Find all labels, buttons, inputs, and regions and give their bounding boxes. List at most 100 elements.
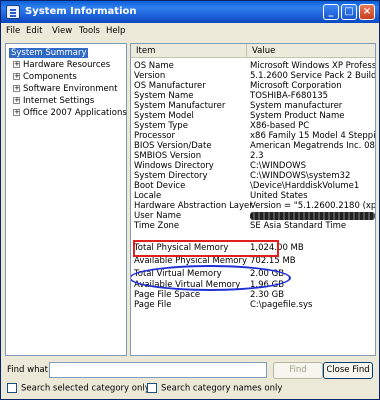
tree-item-label: Hardware Resources bbox=[23, 60, 111, 70]
tree-item-label: Office 2007 Applications bbox=[23, 108, 127, 118]
window-title: System Information bbox=[25, 6, 137, 17]
menu-edit[interactable]: Edit bbox=[26, 26, 42, 36]
red-highlight-rectangle bbox=[133, 240, 279, 257]
table-row[interactable]: System Directory C:\WINDOWS\system32 bbox=[131, 171, 375, 181]
row-value: System manufacturer bbox=[250, 101, 343, 111]
table-row[interactable]: Hardware Abstraction Layer Version = "5.1… bbox=[131, 201, 375, 211]
checkbox-box[interactable] bbox=[7, 383, 17, 393]
table-row[interactable]: Page File C:\pagefile.sys bbox=[131, 300, 375, 310]
table-row[interactable]: Locale United States bbox=[131, 191, 375, 201]
row-value: Microsoft Windows XP Profession bbox=[250, 61, 376, 71]
row-item: System Manufacturer bbox=[134, 101, 226, 111]
minimize-button[interactable]: _ bbox=[323, 4, 339, 20]
tree-item-internet-settings[interactable]: + Internet Settings bbox=[13, 96, 94, 106]
tree-item-hardware-resources[interactable]: + Hardware Resources bbox=[13, 60, 110, 70]
tree-item-software-environment[interactable]: + Software Environment bbox=[13, 84, 117, 94]
row-item: OS Manufacturer bbox=[134, 81, 206, 91]
row-value: 2.30 GB bbox=[250, 290, 285, 300]
table-row[interactable]: Windows Directory C:\WINDOWS bbox=[131, 161, 375, 171]
menu-view[interactable]: View bbox=[52, 26, 72, 36]
row-item: Page File bbox=[134, 300, 172, 310]
tree-item-office-2007[interactable]: + Office 2007 Applications bbox=[13, 108, 127, 118]
checkbox-box[interactable] bbox=[147, 383, 157, 393]
table-row[interactable]: Page File Space 2.30 GB bbox=[131, 290, 375, 300]
table-row[interactable]: Time Zone SE Asia Standard Time bbox=[131, 221, 375, 231]
row-value: United States bbox=[250, 191, 308, 201]
expand-icon[interactable]: + bbox=[13, 85, 20, 92]
find-what-label: Find what: bbox=[7, 365, 51, 375]
row-item: System Directory bbox=[134, 171, 208, 181]
expand-icon[interactable]: + bbox=[13, 97, 20, 104]
find-what-input[interactable] bbox=[49, 362, 267, 378]
row-item: Locale bbox=[134, 191, 162, 201]
menu-file[interactable]: File bbox=[6, 26, 20, 36]
row-item: BIOS Version/Date bbox=[134, 141, 212, 151]
title-bar[interactable]: System Information _ □ × bbox=[1, 1, 379, 23]
column-header-item[interactable]: Item bbox=[131, 44, 247, 58]
table-row[interactable]: OS Manufacturer Microsoft Corporation bbox=[131, 81, 375, 91]
row-value: Version = "5.1.2600.2180 (xpsp_s bbox=[250, 201, 376, 211]
table-row[interactable]: System Name TOSHIBA-F680135 bbox=[131, 91, 375, 101]
row-item: Time Zone bbox=[134, 221, 180, 231]
table-row[interactable]: SMBIOS Version 2.3 bbox=[131, 151, 375, 161]
menu-tools[interactable]: Tools bbox=[79, 26, 100, 36]
table-row[interactable]: Boot Device \Device\HarddiskVolume1 bbox=[131, 181, 375, 191]
row-item: Version bbox=[134, 71, 166, 81]
column-header-value[interactable]: Value bbox=[247, 44, 375, 58]
tree-item-label: Components bbox=[23, 72, 77, 82]
tree-item-label: Software Environment bbox=[23, 84, 118, 94]
row-value: TOSHIBA-F680135 bbox=[250, 91, 329, 101]
table-row[interactable]: BIOS Version/Date American Megatrends Inc… bbox=[131, 141, 375, 151]
row-value: C:\pagefile.sys bbox=[250, 300, 313, 310]
row-value: x86 Family 15 Model 4 Stepping 1 bbox=[250, 131, 376, 141]
row-item: Boot Device bbox=[134, 181, 186, 191]
row-value: 702.15 MB bbox=[250, 256, 296, 266]
table-row[interactable]: Available Physical Memory 702.15 MB bbox=[131, 256, 375, 266]
close-find-button[interactable]: Close Find bbox=[323, 362, 373, 379]
row-value: C:\WINDOWS\system32 bbox=[250, 171, 351, 181]
search-category-names-checkbox[interactable]: Search category names only bbox=[147, 383, 282, 394]
maximize-button[interactable]: □ bbox=[341, 4, 357, 20]
column-header-label: Value bbox=[252, 46, 276, 56]
expand-icon[interactable]: + bbox=[13, 61, 20, 68]
checkbox-label: Search selected category only bbox=[21, 383, 150, 394]
row-value: C:\WINDOWS bbox=[250, 161, 306, 171]
tree-item-system-summary[interactable]: System Summary bbox=[9, 48, 89, 58]
row-value: Microsoft Corporation bbox=[250, 81, 342, 91]
expand-icon[interactable]: + bbox=[13, 109, 20, 116]
row-value: \Device\HarddiskVolume1 bbox=[250, 181, 360, 191]
row-item: Hardware Abstraction Layer bbox=[134, 201, 253, 211]
menu-help[interactable]: Help bbox=[106, 26, 125, 36]
table-row[interactable]: System Manufacturer System manufacturer bbox=[131, 101, 375, 111]
tree-item-components[interactable]: + Components bbox=[13, 72, 77, 82]
table-row[interactable]: Processor x86 Family 15 Model 4 Stepping … bbox=[131, 131, 375, 141]
row-item: System Type bbox=[134, 121, 188, 131]
redacted-value bbox=[250, 212, 375, 220]
row-item: OS Name bbox=[134, 61, 174, 71]
tree-item-label: Internet Settings bbox=[23, 96, 95, 106]
row-item: SMBIOS Version bbox=[134, 151, 202, 161]
row-item: Page File Space bbox=[134, 290, 201, 300]
close-button[interactable]: × bbox=[359, 4, 375, 20]
table-row[interactable]: User Name bbox=[131, 211, 375, 221]
find-bar: Find what: Find Close Find Search select… bbox=[1, 359, 379, 401]
row-item: User Name bbox=[134, 211, 182, 221]
row-value: 5.1.2600 Service Pack 2 Build 26 bbox=[250, 71, 376, 81]
expand-icon[interactable]: + bbox=[13, 73, 20, 80]
table-row[interactable]: System Type X86-based PC bbox=[131, 121, 375, 131]
table-row[interactable]: OS Name Microsoft Windows XP Profession bbox=[131, 61, 375, 71]
row-item: System Name bbox=[134, 91, 194, 101]
search-selected-category-checkbox[interactable]: Search selected category only bbox=[7, 383, 150, 394]
table-row[interactable]: Version 5.1.2600 Service Pack 2 Build 26 bbox=[131, 71, 375, 81]
row-value: 2.3 bbox=[250, 151, 264, 161]
system-information-icon bbox=[6, 5, 20, 19]
row-value: System Product Name bbox=[250, 111, 345, 121]
find-button[interactable]: Find bbox=[273, 362, 323, 379]
menu-bar: File Edit View Tools Help bbox=[1, 23, 379, 39]
table-row[interactable]: System Model System Product Name bbox=[131, 111, 375, 121]
category-tree: System Summary + Hardware Resources + Comp… bbox=[5, 43, 127, 356]
checkbox-label: Search category names only bbox=[161, 383, 283, 394]
row-value: SE Asia Standard Time bbox=[250, 221, 347, 231]
row-value: X86-based PC bbox=[250, 121, 310, 131]
blue-highlight-oval bbox=[131, 265, 291, 291]
